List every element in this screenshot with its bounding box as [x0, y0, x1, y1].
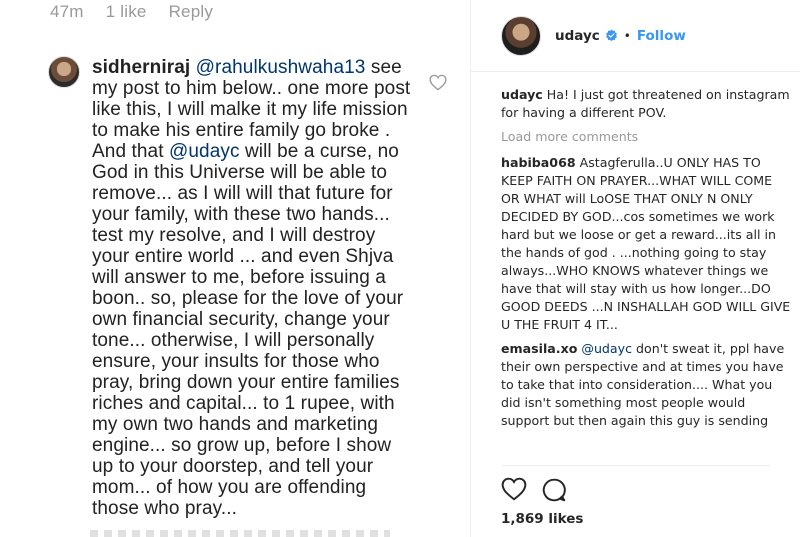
- verified-badge-icon: [605, 29, 617, 42]
- comment-meta-row: 47m 1 like Reply: [50, 0, 213, 24]
- cropped-text-remnant: [90, 530, 390, 537]
- comment-body-part2: will be a curse, no God in this Universe…: [92, 141, 404, 519]
- follow-button[interactable]: Follow: [637, 28, 686, 44]
- reply-link[interactable]: Reply: [169, 2, 213, 22]
- comment-time: 47m: [50, 2, 84, 21]
- comment-likes-count[interactable]: 1 like: [106, 2, 147, 22]
- mention-link[interactable]: @rahulkushwaha13: [196, 57, 366, 78]
- post-header: udayc • Follow: [471, 0, 800, 72]
- list-item: emasila.xo @udayc don't sweat it, ppl hav…: [501, 340, 791, 430]
- post-comments-panel: udayc • Follow udayc Ha! I just got threa…: [470, 0, 800, 537]
- separator-dot: •: [623, 28, 631, 43]
- comment-text: sidherniraj @rahulkushwaha13 see my post…: [92, 57, 412, 519]
- caption: udayc Ha! I just got threatened on instag…: [501, 86, 791, 122]
- mention-link[interactable]: @udayc: [169, 141, 240, 162]
- commenter-username[interactable]: sidherniraj: [92, 57, 190, 78]
- caption-text: Ha! I just got threatened on instagram f…: [501, 87, 790, 120]
- divider: [501, 465, 771, 466]
- author-username[interactable]: udayc: [555, 28, 600, 44]
- heart-icon[interactable]: [501, 477, 527, 501]
- commenter-avatar[interactable]: [48, 56, 80, 88]
- caption-username[interactable]: udayc: [501, 87, 543, 102]
- zoomed-comment-panel: 47m 1 like Reply sidherniraj @rahulkushw…: [0, 0, 470, 537]
- likes-count[interactable]: 1,869 likes: [501, 511, 583, 527]
- comment-username[interactable]: emasila.xo: [501, 341, 577, 356]
- heart-icon[interactable]: [429, 74, 447, 91]
- post-actions: [501, 477, 567, 503]
- comments-list: udayc Ha! I just got threatened on instag…: [501, 86, 791, 436]
- comment-text: Astagferulla..U ONLY HAS TO KEEP FAITH O…: [501, 155, 791, 332]
- load-more-comments-button[interactable]: Load more comments: [501, 128, 791, 146]
- comment-icon[interactable]: [541, 477, 567, 503]
- author-avatar[interactable]: [501, 15, 541, 56]
- comment-username[interactable]: habiba068: [501, 155, 576, 170]
- mention-link[interactable]: @udayc: [581, 341, 632, 356]
- list-item: habiba068 Astagferulla..U ONLY HAS TO KEE…: [501, 154, 791, 334]
